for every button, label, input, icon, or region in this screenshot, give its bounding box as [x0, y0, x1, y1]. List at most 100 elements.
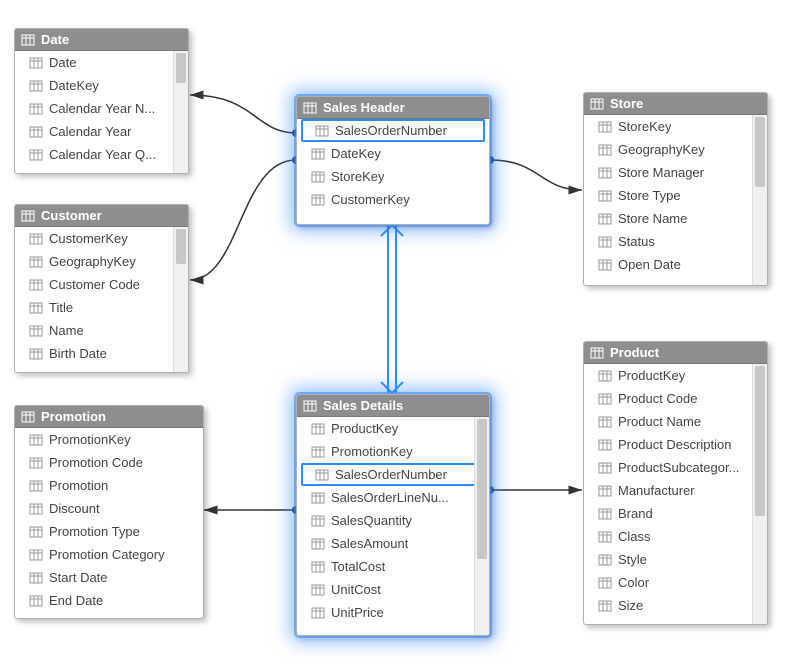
scrollbar-thumb[interactable] [176, 53, 186, 83]
table-header[interactable]: Store [584, 93, 767, 115]
column-item[interactable]: Customer Code [15, 273, 188, 296]
scrollbar[interactable] [752, 115, 767, 285]
column-icon [598, 370, 612, 382]
scrollbar-thumb[interactable] [755, 117, 765, 187]
column-item-highlighted[interactable]: SalesOrderNumber [301, 119, 485, 142]
table-header[interactable]: Promotion [15, 406, 203, 428]
table-title: Date [41, 32, 69, 47]
column-item[interactable]: StoreKey [297, 165, 489, 188]
scrollbar[interactable] [474, 417, 489, 635]
column-item[interactable]: UnitCost [297, 578, 489, 601]
table-product[interactable]: Product ProductKey Product Code Product … [583, 341, 768, 625]
column-icon [29, 434, 43, 446]
table-customer[interactable]: Customer CustomerKey GeographyKey Custom… [14, 204, 189, 373]
table-header[interactable]: Product [584, 342, 767, 364]
column-item[interactable]: Status [584, 230, 767, 253]
column-icon [598, 259, 612, 271]
column-icon [29, 572, 43, 584]
column-item[interactable]: Product Description [584, 433, 767, 456]
column-item[interactable]: DateKey [297, 142, 489, 165]
column-item[interactable]: SalesOrderLineNu... [297, 486, 489, 509]
table-header[interactable]: Sales Header [297, 97, 489, 119]
column-label: Status [618, 234, 655, 249]
scrollbar[interactable] [752, 364, 767, 624]
column-item[interactable]: SalesAmount [297, 532, 489, 555]
column-label: Discount [49, 501, 100, 516]
column-item[interactable]: Promotion Type [15, 520, 203, 543]
table-title: Sales Details [323, 398, 403, 413]
column-item[interactable]: Promotion Category [15, 543, 203, 566]
scrollbar-thumb[interactable] [176, 229, 186, 264]
column-item[interactable]: CustomerKey [15, 227, 188, 250]
column-item[interactable]: Calendar Year Q... [15, 143, 188, 166]
table-store[interactable]: Store StoreKey GeographyKey Store Manage… [583, 92, 768, 286]
table-header[interactable]: Customer [15, 205, 188, 227]
column-label: Product Description [618, 437, 731, 452]
column-item[interactable]: ProductKey [584, 364, 767, 387]
column-item[interactable]: Calendar Year N... [15, 97, 188, 120]
column-item[interactable]: TotalCost [297, 555, 489, 578]
column-item[interactable]: Birth Date [15, 342, 188, 365]
column-item[interactable]: Size [584, 594, 767, 617]
column-label: Promotion Code [49, 455, 143, 470]
column-item[interactable]: ProductKey [297, 417, 489, 440]
column-label: Size [618, 598, 643, 613]
column-item[interactable]: Date [15, 51, 188, 74]
column-item[interactable]: Start Date [15, 566, 203, 589]
diagram-canvas[interactable]: Date Date DateKey Calendar Year N... Cal… [0, 0, 788, 670]
scrollbar-thumb[interactable] [477, 419, 487, 559]
table-header[interactable]: Sales Details [297, 395, 489, 417]
column-label: Store Name [618, 211, 687, 226]
column-item[interactable]: Color [584, 571, 767, 594]
column-label: Color [618, 575, 649, 590]
column-item[interactable]: PromotionKey [15, 428, 203, 451]
column-item[interactable]: Class [584, 525, 767, 548]
column-icon [29, 325, 43, 337]
column-item[interactable]: Name [15, 319, 188, 342]
column-item[interactable]: CustomerKey [297, 188, 489, 211]
column-label: Calendar Year N... [49, 101, 155, 116]
scrollbar-thumb[interactable] [755, 366, 765, 516]
column-item[interactable]: PromotionKey [297, 440, 489, 463]
column-item[interactable]: Discount [15, 497, 203, 520]
column-item[interactable]: Store Type [584, 184, 767, 207]
column-item[interactable]: Store Manager [584, 161, 767, 184]
column-item[interactable]: Title [15, 296, 188, 319]
column-item[interactable]: End Date [15, 589, 203, 612]
column-item[interactable]: DateKey [15, 74, 188, 97]
scrollbar[interactable] [173, 227, 188, 372]
column-item[interactable]: Store Name [584, 207, 767, 230]
column-icon [29, 480, 43, 492]
column-icon [315, 469, 329, 481]
table-title: Promotion [41, 409, 106, 424]
column-item[interactable]: Manufacturer [584, 479, 767, 502]
column-item[interactable]: Style [584, 548, 767, 571]
table-date[interactable]: Date Date DateKey Calendar Year N... Cal… [14, 28, 189, 174]
column-item[interactable]: StoreKey [584, 115, 767, 138]
column-icon [29, 526, 43, 538]
column-item[interactable]: Promotion Code [15, 451, 203, 474]
column-icon [311, 538, 325, 550]
column-item[interactable]: Calendar Year [15, 120, 188, 143]
table-sales-header[interactable]: Sales Header SalesOrderNumber DateKey St… [296, 96, 490, 225]
column-item[interactable]: GeographyKey [15, 250, 188, 273]
table-header[interactable]: Date [15, 29, 188, 51]
column-item[interactable]: Brand [584, 502, 767, 525]
scrollbar[interactable] [173, 51, 188, 173]
table-promotion[interactable]: Promotion PromotionKey Promotion Code Pr… [14, 405, 204, 619]
column-item[interactable]: Open Date [584, 253, 767, 276]
table-sales-details[interactable]: Sales Details ProductKey PromotionKey Sa… [296, 394, 490, 636]
column-item[interactable]: Product Code [584, 387, 767, 410]
column-item[interactable]: GeographyKey [584, 138, 767, 161]
column-icon [598, 393, 612, 405]
column-item[interactable]: UnitPrice [297, 601, 489, 624]
column-item[interactable]: Promotion [15, 474, 203, 497]
column-item[interactable]: ProductSubcategor... [584, 456, 767, 479]
column-icon [598, 167, 612, 179]
column-item-highlighted[interactable]: SalesOrderNumber [301, 463, 485, 486]
column-label: Start Date [49, 570, 108, 585]
column-item[interactable]: Product Name [584, 410, 767, 433]
column-icon [598, 554, 612, 566]
column-item[interactable]: SalesQuantity [297, 509, 489, 532]
column-icon [29, 595, 43, 607]
